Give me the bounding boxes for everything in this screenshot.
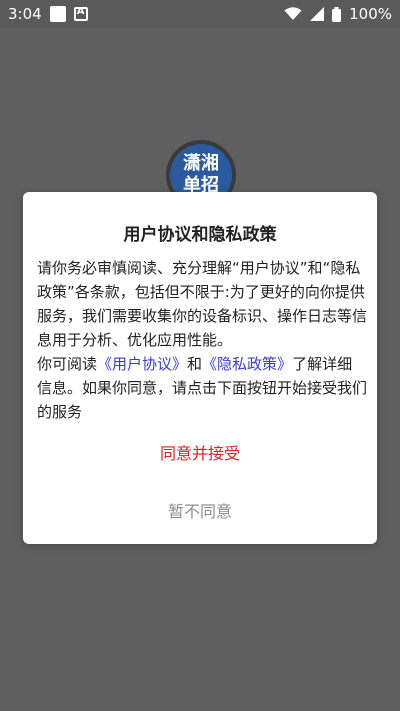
battery-icon (332, 6, 342, 22)
p2-and: 和 (187, 355, 203, 373)
user-agreement-link[interactable]: 《用户协议》 (97, 355, 187, 373)
notification-square-icon (49, 6, 66, 22)
p2-prefix: 你可阅读 (37, 355, 98, 373)
status-time: 3:04 (8, 5, 42, 23)
privacy-policy-link[interactable]: 《隐私政策》 (202, 355, 292, 373)
dialog-title: 用户协议和隐私政策 (123, 225, 277, 245)
notification-a-icon (73, 6, 88, 21)
privacy-dialog: 用户协议和隐私政策 请你务必审慎阅读、充分理解“用户协议”和“隐私政策”各条款，… (23, 192, 377, 544)
status-right: 100% (284, 5, 392, 23)
wifi-icon (284, 7, 302, 20)
status-left: 3:04 (8, 5, 88, 23)
dialog-body: 请你务必审慎阅读、充分理解“用户协议”和“隐私政策”各条款，包括但不限于:为了更… (37, 256, 367, 424)
reject-button[interactable]: 暂不同意 (23, 498, 377, 522)
screen: 3:04 100% 潇湘 单招 用户协议和隐私政策 请你务必审慎阅读、充分理解“… (0, 0, 400, 711)
accept-button[interactable]: 同意并接受 (23, 440, 377, 464)
dialog-paragraph-1: 请你务必审慎阅读、充分理解“用户协议”和“隐私政策”各条款，包括但不限于:为了更… (37, 259, 368, 349)
dialog-paragraph-2: 你可阅读《用户协议》和《隐私政策》了解详细信息。如果你同意，请点击下面按钮开始接… (37, 352, 367, 424)
battery-percent: 100% (349, 5, 392, 23)
status-bar: 3:04 100% (0, 0, 400, 28)
signal-icon (310, 7, 325, 21)
logo-text-line1: 潇湘 (183, 153, 219, 174)
